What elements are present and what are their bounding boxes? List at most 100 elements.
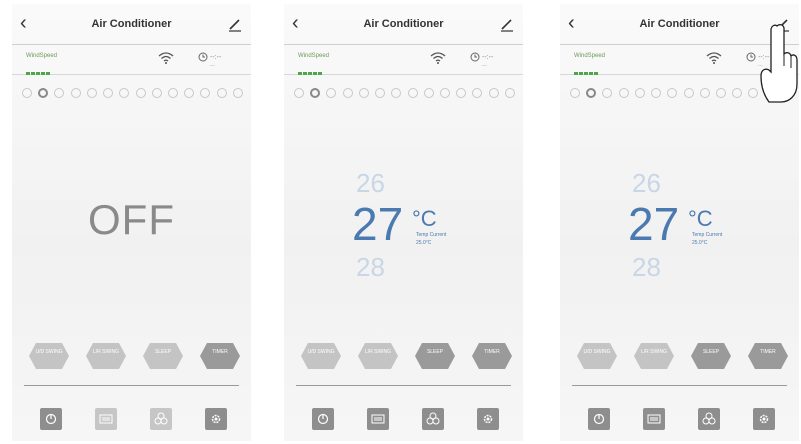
timer-button[interactable]: TIMER <box>471 342 513 370</box>
bottom-button-row <box>312 408 499 430</box>
wind-speed-bars <box>298 62 323 80</box>
mode-icon[interactable] <box>423 88 434 98</box>
mode-icon[interactable] <box>54 88 65 98</box>
mode-icon[interactable] <box>342 88 353 98</box>
temp-picker-prev[interactable]: 26 <box>356 168 385 199</box>
mode-icon[interactable] <box>135 88 146 98</box>
temp-current-label: Temp Current <box>416 232 447 238</box>
mode-button[interactable] <box>95 408 117 430</box>
mode-icon[interactable] <box>310 88 321 98</box>
ud-swing-button[interactable]: U/D SWING <box>576 342 618 370</box>
wind-speed-label: WindSpeed <box>26 53 58 59</box>
settings-button[interactable] <box>753 408 775 430</box>
mode-icon[interactable] <box>38 88 49 98</box>
mode-icon[interactable] <box>184 88 195 98</box>
fan-button[interactable] <box>698 408 720 430</box>
timer-value: --:-- <box>210 54 222 61</box>
mode-icon[interactable] <box>151 88 162 98</box>
function-button-row: U/D SWING L/R SWING SLEEP TIMER <box>300 342 513 374</box>
mode-icon[interactable] <box>748 88 759 98</box>
mode-icon[interactable] <box>358 88 369 98</box>
temp-current-value: 25.0°C <box>692 240 708 246</box>
lr-swing-button[interactable]: L/R SWING <box>85 342 127 370</box>
edit-pencil-icon[interactable] <box>227 16 243 32</box>
sleep-button[interactable]: SLEEP <box>690 342 732 370</box>
mode-icon[interactable] <box>715 88 726 98</box>
edit-pencil-icon[interactable] <box>499 16 515 32</box>
mode-icon <box>99 414 113 424</box>
mode-icon[interactable] <box>570 88 580 98</box>
mode-icon[interactable] <box>103 88 114 98</box>
settings-button[interactable] <box>477 408 499 430</box>
fan-button[interactable] <box>150 408 172 430</box>
temp-picker-prev[interactable]: 26 <box>632 168 661 199</box>
divider <box>24 385 239 386</box>
mode-icon[interactable] <box>22 88 32 98</box>
lr-swing-button[interactable]: L/R SWING <box>633 342 675 370</box>
temp-picker-next[interactable]: 28 <box>632 252 661 283</box>
timer-button[interactable]: TIMER <box>747 342 789 370</box>
wifi-icon <box>158 52 174 64</box>
mode-icon[interactable] <box>375 88 386 98</box>
mode-icon[interactable] <box>504 88 515 98</box>
function-button-row: U/D SWING L/R SWING SLEEP TIMER <box>28 342 241 374</box>
temp-picker-next[interactable]: 28 <box>356 252 385 283</box>
mode-icon[interactable] <box>119 88 130 98</box>
ud-swing-button[interactable]: U/D SWING <box>28 342 70 370</box>
power-button[interactable] <box>312 408 334 430</box>
sleep-button[interactable]: SLEEP <box>142 342 184 370</box>
mode-icon[interactable] <box>167 88 178 98</box>
timer-sub: --- <box>482 63 487 69</box>
mode-icon[interactable] <box>70 88 81 98</box>
mode-icon[interactable] <box>699 88 710 98</box>
fan-icon <box>426 412 440 425</box>
mode-icon[interactable] <box>683 88 694 98</box>
timer-sub: --- <box>210 63 215 69</box>
power-icon <box>593 413 605 425</box>
timer-button[interactable]: TIMER <box>199 342 241 370</box>
mode-icon[interactable] <box>602 88 613 98</box>
mode-icon[interactable] <box>488 88 499 98</box>
timer-clock-icon[interactable] <box>746 52 756 62</box>
fan-icon <box>154 412 168 425</box>
mode-button[interactable] <box>643 408 665 430</box>
temp-current-setpoint[interactable]: 27 <box>352 201 403 247</box>
mode-icon[interactable] <box>586 88 597 98</box>
temp-current-value: 25.0°C <box>416 240 432 246</box>
mode-icon[interactable] <box>439 88 450 98</box>
wind-speed-label: WindSpeed <box>574 53 606 59</box>
timer-clock-icon[interactable] <box>470 52 480 62</box>
power-button[interactable] <box>40 408 62 430</box>
mode-icon[interactable] <box>216 88 227 98</box>
mode-icon[interactable] <box>86 88 97 98</box>
temp-current-setpoint[interactable]: 27 <box>628 201 679 247</box>
mode-icon[interactable] <box>232 88 243 98</box>
wifi-icon <box>430 52 446 64</box>
mode-icon[interactable] <box>618 88 629 98</box>
mode-icon[interactable] <box>391 88 402 98</box>
mode-button[interactable] <box>367 408 389 430</box>
mode-icon[interactable] <box>456 88 467 98</box>
mode-icon[interactable] <box>326 88 337 98</box>
mode-icon[interactable] <box>472 88 483 98</box>
mode-icon[interactable] <box>407 88 418 98</box>
mode-icon[interactable] <box>294 88 304 98</box>
status-bar: WindSpeed --:-- --- <box>12 44 251 75</box>
settings-button[interactable] <box>205 408 227 430</box>
mode-icon[interactable] <box>732 88 743 98</box>
mode-icon[interactable] <box>634 88 645 98</box>
mode-icon[interactable] <box>651 88 662 98</box>
fan-button[interactable] <box>422 408 444 430</box>
power-button[interactable] <box>588 408 610 430</box>
timer-clock-icon[interactable] <box>198 52 208 62</box>
sleep-button[interactable]: SLEEP <box>414 342 456 370</box>
temp-current-label: Temp Current <box>692 232 723 238</box>
mode-icon[interactable] <box>200 88 211 98</box>
lr-swing-button[interactable]: L/R SWING <box>357 342 399 370</box>
ud-swing-button[interactable]: U/D SWING <box>300 342 342 370</box>
wind-speed-bars <box>574 62 599 80</box>
mode-icon[interactable] <box>667 88 678 98</box>
mode-icon-row <box>22 86 243 100</box>
header: ‹ Air Conditioner <box>12 4 251 45</box>
bottom-button-row <box>40 408 227 430</box>
